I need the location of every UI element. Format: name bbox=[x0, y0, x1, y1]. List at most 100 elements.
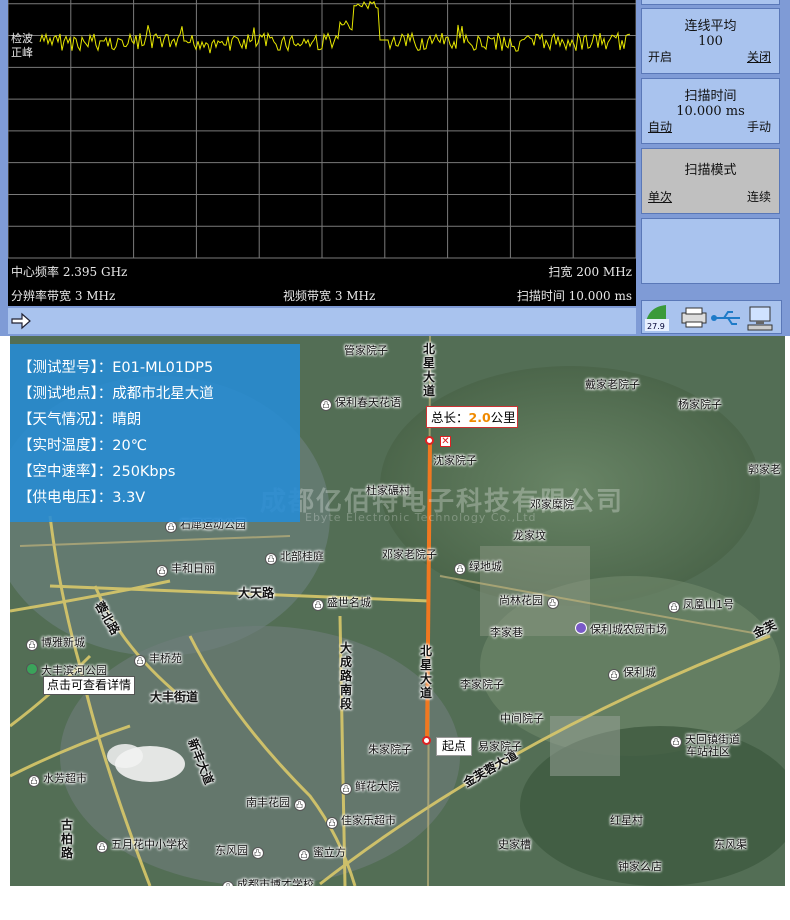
poi-label: 朱家院子 bbox=[368, 743, 412, 756]
softkey-empty[interactable] bbox=[641, 218, 780, 284]
road-label-datian: 大天路 bbox=[238, 586, 275, 600]
poi-item[interactable]: 凸蜜立方 bbox=[298, 844, 346, 861]
poi-label: 李家巷 bbox=[490, 626, 523, 639]
poi-name: 南丰花园 bbox=[246, 796, 290, 809]
printer-icon bbox=[681, 307, 707, 328]
poi-pin-icon: 凸 bbox=[28, 775, 40, 787]
satellite-map[interactable]: 成都亿佰特电子科技有限公司 Ebyte Electronic Technolog… bbox=[10, 336, 785, 886]
poi-label: 红星村 bbox=[610, 814, 643, 827]
poi-item[interactable]: 凸凤凰山1号 bbox=[668, 596, 734, 613]
poi-name: 尚林花园 bbox=[499, 594, 543, 607]
poi-item[interactable]: 凸博雅新城 bbox=[26, 634, 85, 651]
poi-pin-icon: 凸 bbox=[222, 881, 234, 886]
span-readout: 扫宽 200 MHz bbox=[548, 265, 632, 279]
poi-name: 保利春天花语 bbox=[335, 396, 401, 409]
poi-item[interactable]: 凸丰桥苑 bbox=[134, 650, 182, 667]
detector-label-line2: 正峰 bbox=[11, 46, 33, 59]
softkey-trace-average[interactable]: 连线平均 100 开启 关闭 bbox=[641, 8, 780, 74]
poi-item[interactable]: 凸水芳超市 bbox=[28, 770, 87, 787]
poi-item[interactable]: 凸绿地城 bbox=[454, 558, 502, 575]
poi-item[interactable]: 凸保利城 bbox=[608, 664, 656, 681]
poi-pin-icon: 凸 bbox=[608, 669, 620, 681]
poi-pin-icon: 凸 bbox=[265, 553, 277, 565]
poi-pin-icon bbox=[575, 622, 587, 634]
spectrum-analyzer-panel: 检波 正峰 中心频率 2.395 GHz 扫宽 200 MHz 分辨率带宽 3 … bbox=[0, 0, 790, 336]
poi-item[interactable]: 保利城农贸市场 bbox=[575, 621, 667, 637]
poi-pin-icon: 凸 bbox=[312, 599, 324, 611]
poi-name: 鲜花大院 bbox=[355, 780, 399, 793]
poi-label: 沈家院子 bbox=[433, 454, 477, 467]
poi-pin-icon: 凸 bbox=[546, 597, 559, 609]
poi-name: 丰桥苑 bbox=[149, 652, 182, 665]
poi-pin-icon: 凸 bbox=[156, 565, 168, 577]
poi-label: 龙家坟 bbox=[513, 529, 546, 542]
poi-item[interactable]: 南丰花园 凸 bbox=[246, 794, 309, 811]
softkey-title: 扫描时间 bbox=[684, 89, 737, 104]
softkey-option-single[interactable]: 单次 bbox=[648, 188, 672, 205]
poi-name: 保利城 bbox=[623, 666, 656, 679]
sweep-time-readout: 扫描时间 10.000 ms bbox=[516, 289, 632, 303]
poi-label: 郭家老 bbox=[748, 463, 781, 476]
arrow-right-icon[interactable] bbox=[10, 312, 32, 330]
total-length-unit: 公里 bbox=[490, 410, 516, 425]
video-bandwidth-readout: 视频带宽 3 MHz bbox=[283, 289, 376, 303]
info-location: 【测试地点】：成都市北星大道 bbox=[18, 386, 214, 402]
poi-name: 丰和日丽 bbox=[171, 562, 215, 575]
poi-item[interactable]: 凸北部桂庭 bbox=[265, 548, 324, 565]
route-end-node[interactable] bbox=[425, 436, 434, 445]
info-temperature: 【实时温度】：20℃ bbox=[18, 438, 147, 454]
info-supply-voltage: 【供电电压】：3.3V bbox=[18, 490, 146, 506]
softkey-option-off[interactable]: 关闭 bbox=[747, 48, 771, 65]
poi-item[interactable]: 凸成都市博才学校 bbox=[222, 876, 314, 886]
softkey-option-auto[interactable]: 自动 bbox=[648, 118, 672, 135]
softkey-sweep-time[interactable]: 扫描时间 10.000 ms 自动 手动 bbox=[641, 78, 780, 144]
route-start-node[interactable] bbox=[422, 736, 431, 745]
tray-temperature: 27.9 bbox=[647, 322, 665, 331]
poi-name: 水芳超市 bbox=[43, 772, 87, 785]
poi-label: 中间院子 bbox=[500, 712, 544, 725]
view-details-tooltip[interactable]: 点击可查看详情 bbox=[43, 676, 136, 695]
poi-name: 东风园 bbox=[215, 844, 248, 857]
road-label-beixing-south: 北星大道 bbox=[419, 644, 432, 700]
route-total-length-label: 总长：2.0公里 bbox=[426, 406, 518, 428]
poi-item[interactable]: 凸鲜花大院 bbox=[340, 778, 399, 795]
computer-icon bbox=[747, 306, 773, 331]
poi-item[interactable]: 凸盛世名城 bbox=[312, 594, 371, 611]
poi-pin-icon: 凸 bbox=[454, 563, 466, 575]
poi-label: 东风渠 bbox=[714, 838, 747, 851]
system-tray: 27.9 bbox=[641, 300, 782, 334]
poi-name: 蜜立方 bbox=[313, 846, 346, 859]
softkey-option-continuous[interactable]: 连续 bbox=[747, 188, 771, 205]
poi-item[interactable]: 凸佳家乐超市 bbox=[326, 812, 396, 829]
close-icon[interactable]: ✕ bbox=[440, 436, 451, 447]
poi-pin-icon: 凸 bbox=[298, 849, 310, 861]
softkey-sweep-mode[interactable]: 扫描模式 单次 连续 bbox=[641, 148, 780, 214]
poi-item[interactable]: 尚林花园 凸 bbox=[499, 592, 562, 609]
test-info-panel: 【测试型号】：E01-ML01DP5 【测试地点】：成都市北星大道 【天气情况】… bbox=[10, 344, 300, 522]
poi-item[interactable]: 东风园 凸 bbox=[215, 842, 267, 859]
poi-label: 管家院子 bbox=[344, 344, 388, 357]
poi-label: 邓家糜院 bbox=[530, 498, 574, 511]
poi-item[interactable]: 凸保利春天花语 bbox=[320, 394, 401, 411]
softkey-option-manual[interactable]: 手动 bbox=[747, 118, 771, 135]
poi-item[interactable]: 凸五月花中小学校 bbox=[96, 836, 188, 853]
poi-name: 凤凰山1号 bbox=[683, 598, 734, 611]
poi-label: 易家院子 bbox=[478, 740, 522, 753]
softkey-option-on[interactable]: 开启 bbox=[648, 48, 672, 65]
poi-name: 盛世名城 bbox=[327, 596, 371, 609]
detector-label: 检波 正峰 bbox=[11, 32, 33, 60]
poi-item[interactable]: 凸丰和日丽 bbox=[156, 560, 215, 577]
center-frequency-readout: 中心频率 2.395 GHz bbox=[11, 265, 128, 279]
poi-label: 钟家么店 bbox=[618, 860, 662, 873]
poi-pin-icon: 凸 bbox=[251, 847, 264, 859]
poi-pin-icon: 凸 bbox=[134, 655, 146, 667]
poi-pin-icon: 凸 bbox=[293, 799, 306, 811]
company-watermark-english: Ebyte Electronic Technology Co.,Ltd bbox=[305, 511, 537, 524]
poi-pin-icon: 凸 bbox=[326, 817, 338, 829]
status-bar bbox=[8, 308, 636, 334]
poi-label: 杜家碾村 bbox=[366, 484, 410, 497]
total-length-caption: 总长： bbox=[431, 410, 469, 425]
poi-pin-icon: 凸 bbox=[26, 639, 38, 651]
softkey-top-partial[interactable] bbox=[641, 0, 780, 5]
total-length-value: 2.0 bbox=[468, 410, 491, 425]
